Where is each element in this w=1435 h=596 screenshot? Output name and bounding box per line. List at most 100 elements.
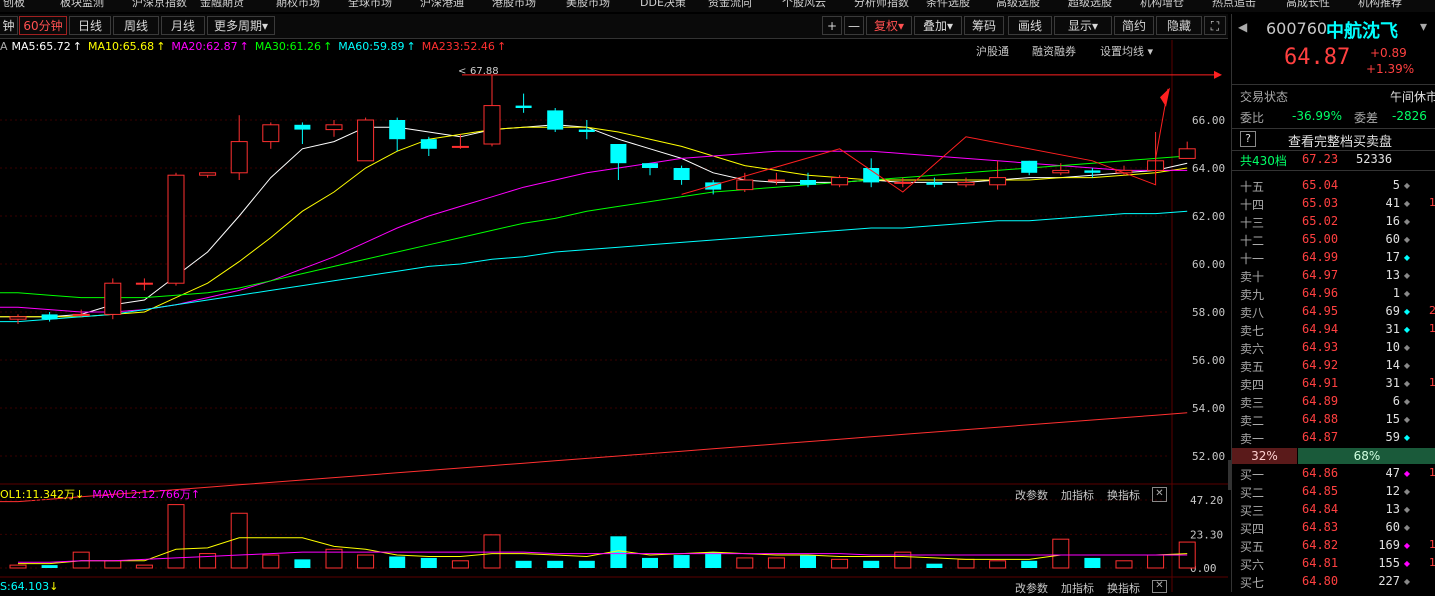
price-axis-label: 56.00 [1192, 354, 1225, 367]
top-menu-item[interactable]: 沪深港通 [420, 0, 464, 8]
ask-level-row[interactable]: 卖四 64.91 31 ◆ 1 [1232, 376, 1435, 394]
ask-level-row[interactable]: 卖三 64.89 6 ◆ [1232, 394, 1435, 412]
top-menu-item[interactable]: 创板 [3, 0, 25, 8]
price-axis-label: 62.00 [1192, 210, 1225, 223]
period-month-button[interactable]: 月线 [161, 16, 205, 35]
top-menu-item[interactable]: 条件选股 [926, 0, 970, 8]
add-indicator-link-2[interactable]: 加指标 [1061, 580, 1094, 596]
price-axis-label: 66.00 [1192, 114, 1225, 127]
diamond-icon: ◆ [1403, 289, 1410, 298]
top-menu-item[interactable]: 板块监测 [60, 0, 104, 8]
top-menu-item[interactable]: 美股市场 [566, 0, 610, 8]
ask-level-row[interactable]: 卖八 64.95 69 ◆ 2 [1232, 304, 1435, 322]
close-icon[interactable]: ✕ [1152, 580, 1167, 593]
close-icon[interactable]: ✕ [1152, 487, 1167, 502]
help-icon[interactable]: ? [1240, 131, 1256, 147]
level-volume: 17 [1385, 250, 1400, 264]
zoom-in-button[interactable]: + [822, 16, 842, 35]
level-price: 64.93 [1302, 340, 1339, 354]
diamond-icon: ◆ [1403, 235, 1410, 244]
bottom-indicator-label: S:64.103 [0, 580, 50, 593]
volume-bar [1084, 557, 1101, 568]
switch-indicator-link[interactable]: 换指标 [1107, 487, 1140, 503]
display-dropdown[interactable]: 显示▾ [1054, 16, 1112, 35]
bid-level-row[interactable]: 买三 64.84 13 ◆ [1232, 502, 1435, 520]
volume-legend: OL1:11.342万↓ MAVOL2:12.766万↑ [0, 486, 200, 502]
top-menu-item[interactable]: 分析师指数 [854, 0, 909, 8]
level-label: 买三 [1240, 504, 1265, 518]
top-menu-item[interactable]: 期权市场 [276, 0, 320, 8]
kline-chart[interactable]: 66.00 64.00 62.00 60.00 58.00 56.00 54.00 52.00… [0, 40, 1228, 592]
level-volume: 41 [1385, 196, 1400, 210]
period-week-button[interactable]: 周线 [113, 16, 159, 35]
top-menu-item[interactable]: 个股风云 [782, 0, 826, 8]
top-menu-item[interactable]: 超级选股 [1068, 0, 1112, 8]
level-volume: 31 [1385, 376, 1400, 390]
bid-level-row[interactable]: 买七 64.80 227 ◆ [1232, 574, 1435, 592]
ask-level-row[interactable]: 卖十 64.97 13 ◆ [1232, 268, 1435, 286]
top-menu-item[interactable]: 全球市场 [348, 0, 392, 8]
bid-level-row[interactable]: 买六 64.81 155 ◆ 1 [1232, 556, 1435, 574]
candle-body [673, 168, 690, 180]
top-menu-item[interactable]: DDE决策 [640, 0, 686, 8]
level-label: 十三 [1240, 216, 1265, 230]
ask-level-row[interactable]: 卖六 64.93 10 ◆ [1232, 340, 1435, 358]
ask-level-row[interactable]: 十四 65.03 41 ◆ 1 [1232, 196, 1435, 214]
period-60min-button[interactable]: 60分钟 [19, 16, 67, 35]
ask-level-row[interactable]: 卖九 64.96 1 ◆ [1232, 286, 1435, 304]
add-indicator-link[interactable]: 加指标 [1061, 487, 1094, 503]
level-volume: 6 [1392, 394, 1400, 408]
top-menu-item[interactable]: 港股市场 [492, 0, 536, 8]
ask-level-row[interactable]: 十二 65.00 60 ◆ [1232, 232, 1435, 250]
overlay-dropdown[interactable]: 叠加▾ [914, 16, 962, 35]
weibi-value: -36.99% [1292, 109, 1343, 123]
diamond-icon: ◆ [1403, 541, 1410, 550]
diamond-icon: ◆ [1403, 325, 1410, 334]
fullscreen-icon[interactable]: ⛶ [1204, 16, 1226, 35]
divider [1232, 150, 1435, 151]
fuquan-dropdown[interactable]: 复权▾ [866, 16, 912, 35]
ask-level-row[interactable]: 卖一 64.87 59 ◆ [1232, 430, 1435, 448]
draw-line-button[interactable]: 画线 [1008, 16, 1052, 35]
full-book-link[interactable]: 查看完整档买卖盘 [1288, 131, 1392, 150]
top-menu-item[interactable]: 沪深京指数 [132, 0, 187, 8]
bid-level-row[interactable]: 买一 64.86 47 ◆ 1 [1232, 466, 1435, 484]
top-menu-item[interactable]: 金融期货 [200, 0, 244, 8]
simple-mode-button[interactable]: 简约 [1114, 16, 1154, 35]
top-menu-item[interactable]: 高级选股 [996, 0, 1040, 8]
period-day-button[interactable]: 日线 [69, 16, 111, 35]
hide-panel-button[interactable]: 隐藏 [1156, 16, 1202, 35]
period-minute-button[interactable]: 钟 [0, 16, 18, 35]
edit-params-link[interactable]: 改参数 [1015, 487, 1048, 503]
bid-level-row[interactable]: 买四 64.83 60 ◆ [1232, 520, 1435, 538]
candle-body [483, 105, 501, 145]
ask-level-row[interactable]: 十一 64.99 17 ◆ [1232, 250, 1435, 268]
zoom-out-button[interactable]: — [844, 16, 864, 35]
top-menu-item[interactable]: 热点追击 [1212, 0, 1256, 8]
ask-level-row[interactable]: 卖五 64.92 14 ◆ [1232, 358, 1435, 376]
top-menu-item[interactable]: 高成长性 [1286, 0, 1330, 8]
triangle-left-icon[interactable]: ◀ [1238, 20, 1247, 34]
top-menu-item[interactable]: 机构增仓 [1140, 0, 1184, 8]
top-menu-item[interactable]: 资金流向 [708, 0, 752, 8]
period-more-button[interactable]: 更多周期▾ [207, 16, 275, 35]
ask-level-row[interactable]: 卖七 64.94 31 ◆ 1 [1232, 322, 1435, 340]
dropdown-icon[interactable]: ▾ [1420, 19, 1427, 35]
ask-level-row[interactable]: 十五 65.04 5 ◆ [1232, 178, 1435, 196]
candle-body [1021, 160, 1038, 173]
level-price: 64.94 [1302, 322, 1339, 336]
level-extra: 2 [1429, 304, 1435, 317]
last-price: 64.87 [1284, 45, 1351, 70]
chip-distribution-button[interactable]: 筹码 [964, 16, 1004, 35]
edit-params-link-2[interactable]: 改参数 [1015, 580, 1048, 596]
ask-level-row[interactable]: 十三 65.02 16 ◆ [1232, 214, 1435, 232]
top-menu-item[interactable]: 机构推荐 [1358, 0, 1402, 8]
ask-level-row[interactable]: 卖二 64.88 15 ◆ [1232, 412, 1435, 430]
volume-bar [1147, 554, 1165, 569]
diamond-icon: ◆ [1403, 433, 1410, 442]
switch-indicator-link-2[interactable]: 换指标 [1107, 580, 1140, 596]
levels-volume: 52336 [1356, 152, 1393, 166]
ratio-left: 32% [1232, 448, 1297, 464]
bid-level-row[interactable]: 买五 64.82 169 ◆ 1 [1232, 538, 1435, 556]
bid-level-row[interactable]: 买二 64.85 12 ◆ [1232, 484, 1435, 502]
